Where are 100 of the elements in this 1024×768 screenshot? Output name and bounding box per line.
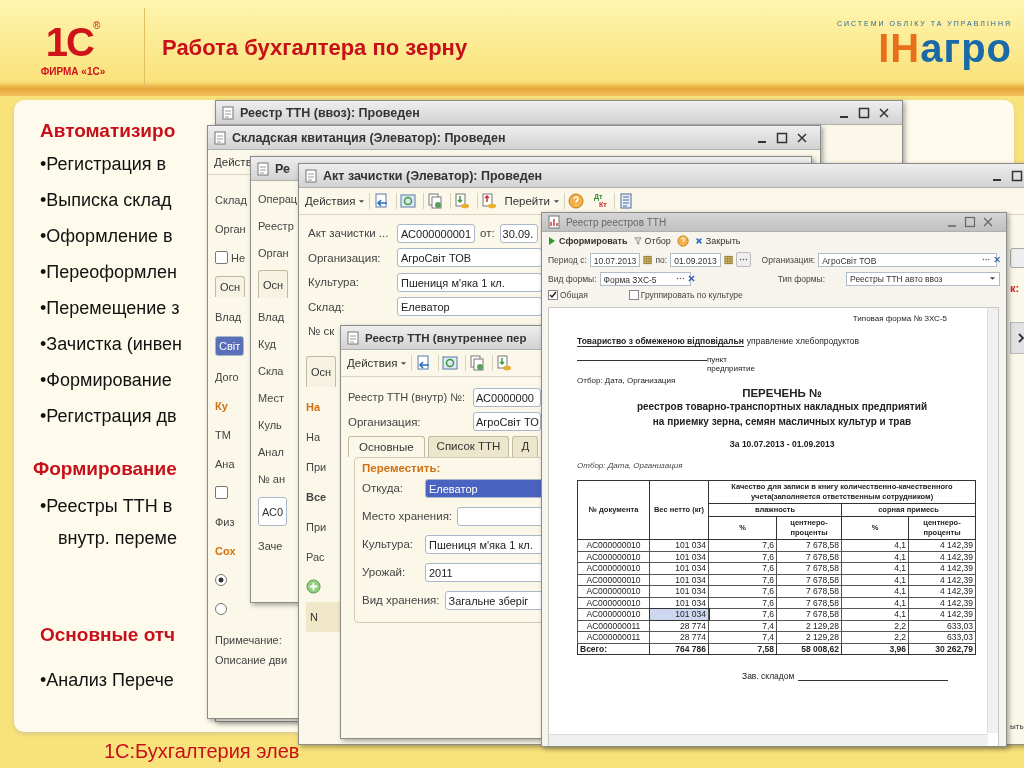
table-cell: 4,1	[841, 585, 909, 597]
clear-icon[interactable]	[687, 275, 695, 282]
table-cell: АС000000010	[577, 551, 650, 563]
help-icon[interactable]	[676, 235, 689, 247]
actions-menu[interactable]: Действия	[347, 357, 408, 369]
help-icon[interactable]	[563, 193, 587, 209]
field-label: На	[306, 429, 321, 445]
window-title: Реестр ТТН (ввоз): Проведен	[240, 105, 420, 120]
tab[interactable]: Осн	[215, 276, 246, 297]
checkbox[interactable]	[628, 289, 639, 300]
report-text: пункт	[707, 355, 728, 364]
input-field[interactable]: Пшениця м'яка 1 кл.	[397, 272, 542, 292]
play-icon	[548, 236, 556, 246]
field-label: Период с:	[548, 254, 587, 265]
table-cell: 4 142,39	[908, 551, 976, 563]
table-cell: 4,1	[841, 608, 909, 620]
clear-icon[interactable]	[993, 256, 1000, 263]
table-cell: 7,4	[708, 631, 777, 643]
date-field[interactable]: 01.09.2013	[670, 252, 721, 267]
button[interactable]	[1010, 248, 1024, 268]
field-label: Склад	[215, 192, 247, 208]
window-title: Акт зачистки (Элеватор): Проведен	[323, 168, 543, 183]
field-label: Операц	[258, 191, 298, 207]
table-cell: 4 142,39	[908, 585, 976, 597]
tab[interactable]: Список ТТН	[427, 436, 510, 457]
table-cell: 4,1	[841, 574, 909, 586]
input-field[interactable]: Світ	[215, 336, 245, 356]
field-label: Мест	[258, 390, 284, 406]
field-label: № ск	[308, 325, 335, 338]
report-subtitle: реестров товарно-транспортных накладных предприятий	[635, 400, 929, 414]
close-icon[interactable]	[878, 106, 890, 119]
input-field[interactable]: Форма ЗХС-5	[599, 271, 691, 286]
input-field[interactable]: АгроСвіт ТОВ	[818, 252, 998, 267]
date-field[interactable]: 10.07.2013	[589, 252, 641, 267]
checkbox-label: Не	[231, 251, 246, 264]
tab[interactable]: Осн	[258, 270, 289, 298]
table-cell: 7 678,58	[776, 574, 842, 586]
check-icon	[549, 290, 557, 299]
table-cell: 633,03	[908, 631, 976, 643]
section-heading: Автоматизиро	[40, 119, 176, 143]
generate-button[interactable]: Сформировать	[548, 236, 628, 246]
close-icon[interactable]	[796, 131, 808, 144]
report-text: Зав. складом	[742, 671, 795, 681]
table-cell: 28 774	[649, 620, 709, 632]
table-cell: 7,6	[708, 551, 777, 563]
calendar-icon[interactable]	[723, 254, 733, 265]
field-label: Физ	[215, 514, 235, 530]
tab[interactable]: Осн	[306, 355, 337, 387]
checkbox[interactable]	[215, 486, 228, 499]
table-cell: 101 034	[649, 551, 709, 563]
field-label: Реестр	[258, 218, 294, 234]
report-text: управление хлебопродуктов	[746, 336, 860, 347]
scrollbar[interactable]	[549, 734, 988, 746]
maximize-icon[interactable]	[858, 106, 870, 119]
table-cell: 7,4	[708, 620, 777, 632]
close-button[interactable]: Закрыть	[694, 236, 741, 246]
tab[interactable]: Основные	[348, 436, 425, 457]
table-cell: 58 008,62	[776, 643, 842, 655]
report-text: Отбор: Дата, Организация	[577, 376, 677, 385]
tab[interactable]: Д	[512, 436, 539, 457]
table-cell: АС000000010	[577, 597, 650, 609]
input-field[interactable]: АгроСвіт ТО	[473, 412, 541, 432]
table-cell: АС000000011	[577, 620, 650, 632]
input-field[interactable]: АС0	[258, 497, 288, 526]
input-field[interactable]: АгроСвіт ТОВ	[397, 248, 542, 268]
field-label: Организация:	[761, 254, 816, 265]
actions-menu[interactable]: Действ	[214, 156, 252, 168]
field-label: Место хранения:	[362, 510, 453, 522]
field-label: от:	[480, 227, 495, 240]
input-field[interactable]: АС0000000	[473, 387, 541, 407]
bullet-text: •Переоформлен	[40, 261, 177, 284]
table-cell: 7 678,58	[776, 608, 842, 620]
ellipsis-icon[interactable]	[982, 258, 991, 261]
radio-button[interactable]	[215, 602, 227, 615]
maximize-icon[interactable]	[1011, 169, 1023, 182]
table-cell: 7 678,58	[776, 585, 842, 597]
checkbox[interactable]	[215, 251, 228, 264]
actions-menu[interactable]: Действия	[305, 195, 366, 207]
filter-button[interactable]: Отбор	[633, 236, 671, 246]
dropdown[interactable]: Реестры ТТН авто ввоз	[846, 271, 1000, 286]
input-field[interactable]: АС000000001	[397, 223, 475, 243]
table-cell: 7 678,58	[776, 551, 842, 563]
goto-menu[interactable]: Перейти	[504, 195, 560, 207]
table-cell: 7 678,58	[776, 539, 842, 551]
table-cell: Всего:	[577, 643, 650, 655]
ellipsis-icon[interactable]	[675, 277, 685, 280]
maximize-icon[interactable]	[776, 131, 788, 144]
button-caption: ыть	[1010, 722, 1024, 731]
input-field[interactable]: Елеватор	[397, 297, 542, 317]
table-cell: АС000000010	[577, 574, 650, 586]
radio-button[interactable]	[215, 573, 227, 586]
date-field[interactable]: 30.09.	[499, 223, 538, 243]
table-cell: 7,6	[708, 585, 777, 597]
bullet-text: внутр. переме	[57, 527, 177, 550]
add-icon[interactable]	[306, 579, 321, 594]
checkbox[interactable]	[548, 289, 558, 300]
group-title: Сох	[215, 543, 236, 559]
scrollbar[interactable]	[987, 308, 998, 733]
calendar-icon[interactable]	[643, 254, 653, 265]
bullet-text: •Оформление в	[40, 225, 173, 248]
